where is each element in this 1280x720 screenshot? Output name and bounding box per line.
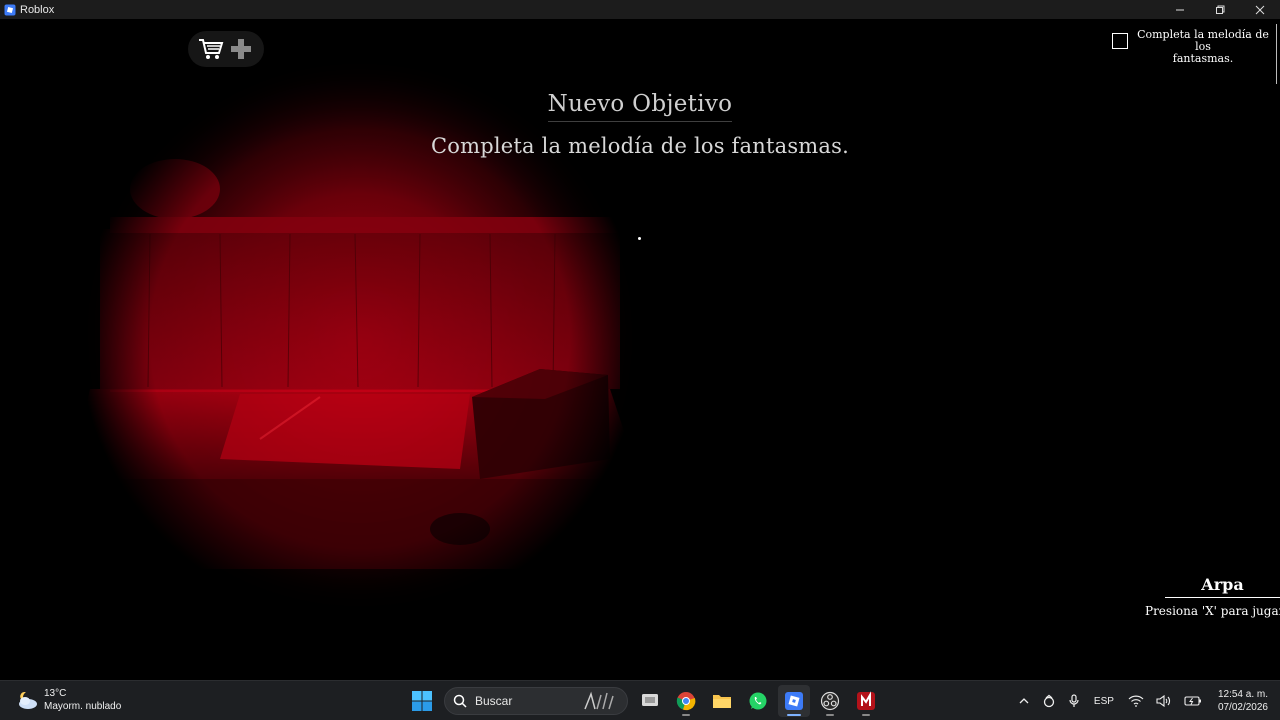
search-placeholder: Buscar bbox=[475, 694, 513, 708]
system-tray: ESP 12:54 a. m. 07/02/2026 bbox=[1012, 685, 1268, 717]
battery-button[interactable] bbox=[1184, 695, 1202, 707]
objective-title: Nuevo Objetivo bbox=[547, 91, 733, 122]
running-indicator bbox=[682, 714, 690, 716]
close-button[interactable] bbox=[1240, 0, 1280, 19]
network-button[interactable] bbox=[1128, 695, 1144, 707]
weather-condition: Mayorm. nublado bbox=[44, 701, 122, 712]
interaction-prompt: Arpa Presiona 'X' para jugar bbox=[1145, 575, 1280, 618]
search-highlight-icon bbox=[584, 691, 614, 710]
whatsapp-button[interactable] bbox=[742, 685, 774, 717]
running-indicator bbox=[826, 714, 834, 716]
restore-button[interactable] bbox=[1200, 0, 1240, 19]
minimize-icon bbox=[1176, 9, 1184, 10]
search-icon bbox=[453, 694, 467, 708]
weather-widget[interactable]: 13°C Mayorm. nublado bbox=[14, 687, 121, 713]
copilot-icon bbox=[1043, 694, 1055, 708]
red-app-button[interactable] bbox=[850, 685, 882, 717]
language-indicator[interactable]: ESP bbox=[1094, 696, 1114, 707]
dpad-icon bbox=[231, 39, 251, 59]
active-indicator bbox=[787, 714, 801, 716]
minimize-button[interactable] bbox=[1160, 0, 1200, 19]
obs-icon bbox=[820, 691, 840, 711]
window-title: Roblox bbox=[20, 3, 55, 16]
microphone-icon bbox=[1069, 694, 1079, 707]
wifi-icon bbox=[1128, 695, 1144, 707]
objective-banner: Nuevo Objetivo Completa la melodía de lo… bbox=[0, 91, 1280, 158]
restore-icon bbox=[1216, 5, 1225, 14]
speaker-icon bbox=[1156, 695, 1170, 707]
file-explorer-button[interactable] bbox=[706, 685, 738, 717]
quest-text-line2: fantasmas. bbox=[1172, 52, 1234, 65]
partly-cloudy-icon bbox=[19, 692, 37, 709]
quest-tracker: Completa la melodía de los fantasmas. bbox=[1112, 29, 1272, 65]
windows-start-icon bbox=[412, 691, 432, 711]
battery-charging-icon bbox=[1184, 696, 1201, 706]
taskbar-search-box[interactable]: Buscar bbox=[444, 687, 628, 715]
running-indicator bbox=[862, 714, 870, 716]
controller-button[interactable] bbox=[228, 36, 254, 62]
file-explorer-icon bbox=[713, 695, 731, 708]
volume-button[interactable] bbox=[1156, 695, 1172, 707]
clock-date: 07/02/2026 bbox=[1217, 702, 1268, 713]
objective-description: Completa la melodía de los fantasmas. bbox=[430, 134, 849, 158]
task-view-icon bbox=[642, 694, 658, 706]
roblox-app-icon bbox=[4, 4, 16, 15]
windows-taskbar: 13°C Mayorm. nublado Buscar ESP 12:54 a.… bbox=[0, 680, 1280, 720]
quest-checkbox bbox=[1112, 33, 1128, 49]
clock-time: 12:54 a. m. bbox=[1217, 689, 1268, 700]
game-top-buttons bbox=[188, 31, 264, 67]
chrome-icon bbox=[676, 692, 696, 711]
close-icon bbox=[1255, 5, 1265, 14]
roblox-icon bbox=[785, 692, 803, 710]
quest-text-line1: Completa la melodía de los bbox=[1137, 28, 1269, 53]
microphone-button[interactable] bbox=[1068, 694, 1080, 708]
task-view-button[interactable] bbox=[634, 685, 666, 717]
start-button[interactable] bbox=[406, 685, 438, 717]
prompt-hint: Presiona 'X' para jugar bbox=[1145, 604, 1280, 618]
app-red-icon bbox=[857, 691, 875, 710]
weather-temperature: 13°C bbox=[44, 688, 67, 699]
quest-divider bbox=[1276, 24, 1277, 84]
taskbar-apps: Buscar bbox=[404, 685, 884, 717]
quest-text: Completa la melodía de los fantasmas. bbox=[1134, 29, 1272, 65]
roblox-button[interactable] bbox=[778, 685, 810, 717]
game-viewport[interactable]: Nuevo Objetivo Completa la melodía de lo… bbox=[0, 19, 1280, 680]
tray-app-button[interactable] bbox=[1042, 694, 1056, 708]
shop-cart-icon bbox=[199, 39, 224, 59]
chevron-up-icon bbox=[1019, 698, 1029, 704]
window-titlebar: Roblox bbox=[0, 0, 1280, 19]
shop-button[interactable] bbox=[198, 36, 224, 62]
chrome-button[interactable] bbox=[670, 685, 702, 717]
obs-button[interactable] bbox=[814, 685, 846, 717]
whatsapp-icon bbox=[749, 692, 767, 710]
tray-overflow-button[interactable] bbox=[1018, 696, 1030, 706]
taskbar-clock[interactable]: 12:54 a. m. 07/02/2026 bbox=[1218, 688, 1268, 714]
crosshair-dot bbox=[638, 237, 641, 240]
prompt-object-name: Arpa bbox=[1165, 575, 1280, 598]
